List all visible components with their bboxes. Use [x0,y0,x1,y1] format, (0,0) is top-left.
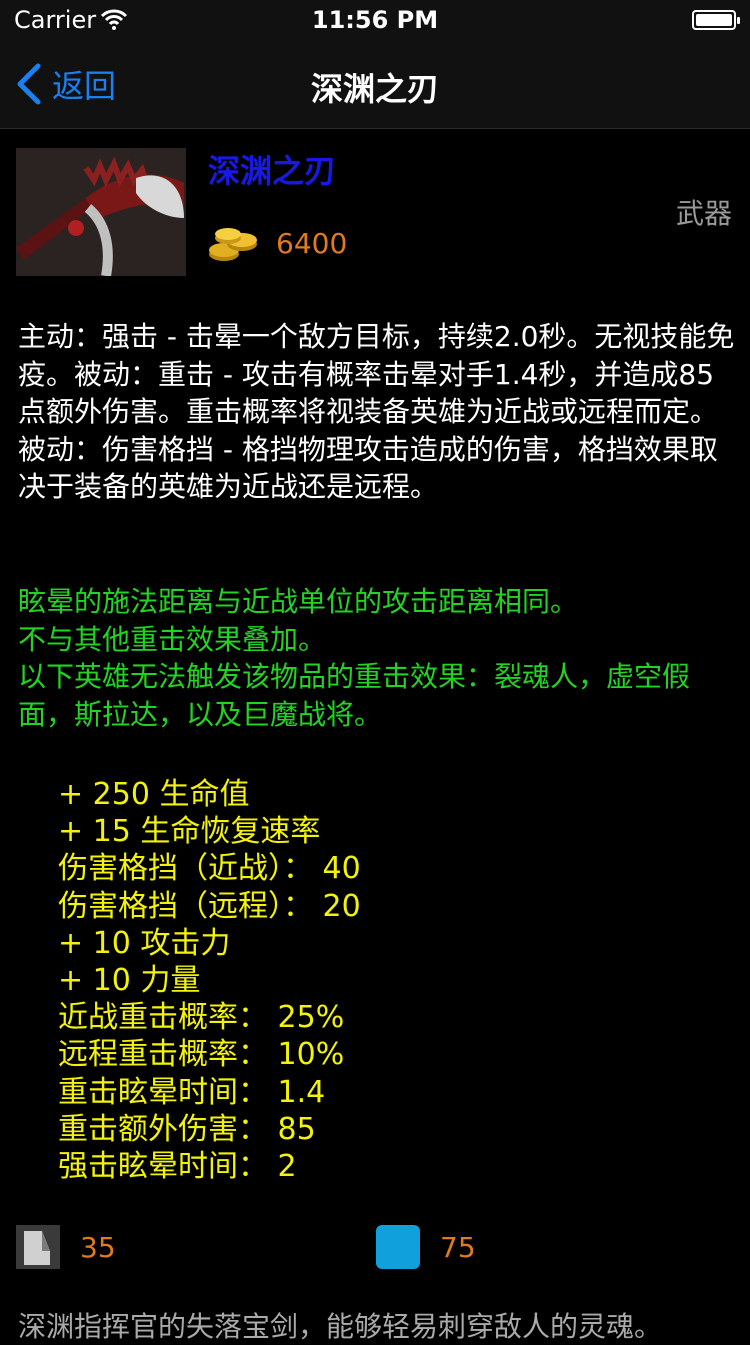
note-line: 以下英雄无法触发该物品的重击效果：裂魂人，虚空假面，斯拉达，以及巨魔战将。 [18,660,691,731]
stat-line: 重击眩晕时间： 1.4 [58,1074,326,1110]
gold-coins-icon [209,228,257,261]
item-image [16,148,186,276]
mana-cost-value: 75 [440,1230,476,1264]
item-category: 武器 [675,197,732,230]
description-active: 主动：强击 - 击晕一个敌方目标，持续2.0秒。无视技能免疫。被动：重击 - 攻… [18,320,735,428]
item-notes: 眩晕的施法距离与近战单位的攻击距离相同。 不与其他重击效果叠加。 以下英雄无法触… [18,583,736,733]
status-bar: Carrier 11:56 PM [0,0,750,40]
mana-icon [376,1225,420,1269]
cooldown-info: 35 [16,1224,116,1270]
note-line: 眩晕的施法距离与近战单位的攻击距离相同。 [18,585,579,618]
sword-icon [16,148,186,276]
item-stats: + 250 生命值 + 15 生命恢复速率 伤害格挡（近战）： 40 伤害格挡（… [58,776,361,1185]
stat-line: 伤害格挡（远程）： 20 [58,888,361,924]
stat-line: 伤害格挡（近战）： 40 [58,851,361,887]
stat-line: + 250 生命值 [58,777,250,812]
cooldown-value: 35 [80,1230,116,1264]
battery-icon [692,10,740,30]
stat-line: 重击额外伤害： 85 [58,1111,316,1147]
stat-line: 远程重击概率： 10% [58,1037,345,1073]
navigation-bar: 返回 深渊之刃 [0,40,750,129]
stat-line: + 10 攻击力 [58,925,231,961]
item-name: 深渊之刃 [208,152,337,190]
item-description: 主动：强击 - 击晕一个敌方目标，持续2.0秒。无视技能免疫。被动：重击 - 攻… [18,318,736,506]
stat-line: + 15 生命恢复速率 [58,814,321,850]
description-passive: 被动：伤害格挡 - 格挡物理攻击造成的伤害，格挡效果取决于装备的英雄为近战还是远… [18,432,718,504]
stat-line: + 10 力量 [58,963,201,999]
note-line: 不与其他重击效果叠加。 [18,622,327,656]
clock: 11:56 PM [311,6,439,34]
item-lore: 深渊指挥官的失落宝剑，能够轻易刺穿敌人的灵魂。 [18,1310,663,1343]
stat-line: 近战重击概率： 25% [58,1000,345,1036]
cooldown-icon [16,1225,60,1269]
item-cost: 6400 [276,227,348,260]
mana-cost-info: 75 [376,1224,476,1270]
stat-line: 强击眩晕时间： 2 [58,1149,297,1185]
page-title: 深渊之刃 [310,70,439,108]
